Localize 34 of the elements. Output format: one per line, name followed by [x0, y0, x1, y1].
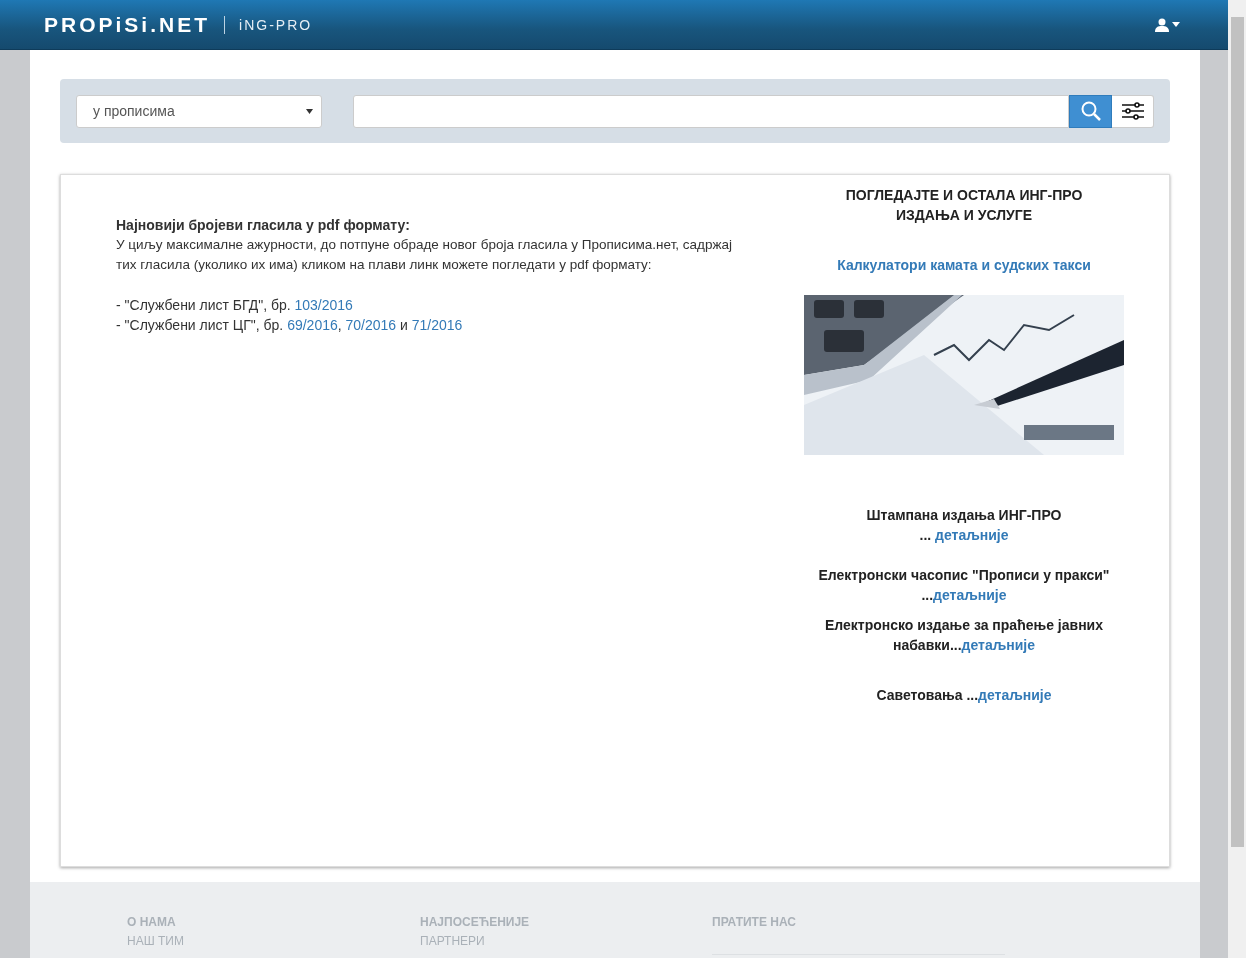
issue-link[interactable]: 103/2016 — [294, 297, 353, 313]
scope-dropdown[interactable]: у прописима — [76, 94, 322, 128]
user-icon — [1155, 17, 1169, 32]
sliders-icon — [1121, 102, 1144, 120]
caret-icon — [306, 108, 313, 114]
service-text: Електронски часопис "Прописи у пракси" ...детаљније — [817, 566, 1111, 605]
search-field[interactable] — [353, 94, 1069, 128]
footer-heading: О НАМА — [127, 915, 177, 929]
issue-link[interactable]: 69/2016 — [287, 317, 338, 333]
scrollbar[interactable] — [1228, 0, 1246, 958]
filter-button[interactable] — [1112, 94, 1154, 128]
footer-heading: НАЈПОСЕЋЕНИЈЕ — [420, 915, 531, 929]
site-logo[interactable]: PROPiSi.NET — [44, 12, 211, 37]
caret-icon — [1172, 22, 1180, 27]
gazette-line: - "Службени лист БГД", бр. 103/2016 — [116, 296, 354, 315]
details-link[interactable]: детаљније — [933, 587, 1007, 603]
issue-link[interactable]: 71/2016 — [411, 317, 463, 333]
search-button[interactable] — [1069, 94, 1112, 128]
footer-heading: ПРАТИТЕ НАС — [712, 915, 797, 929]
details-link[interactable]: детаљније — [935, 527, 1009, 543]
notice-heading: Најновији бројеви гласила у pdf формату: — [116, 216, 411, 235]
brand-name: iNG-PRO — [239, 16, 313, 33]
details-link[interactable]: детаљније — [961, 637, 1035, 653]
service-text: Електронско издање за праћење јавних набавки...детаљније — [824, 616, 1104, 655]
aside-title: ПОГЛЕДАЈТЕ И ОСТАЛА ИНГ-ПРО ИЗДАЊА И УСЛУГЕ — [844, 186, 1084, 225]
calculator-link[interactable]: Калкулатори камата и судских такси — [837, 255, 1091, 275]
search-icon — [1080, 101, 1101, 121]
user-menu-button[interactable] — [1155, 17, 1180, 32]
notice-text: У циљу максималне ажурности, до потпуне обраде новог броја гласила у Прописима.нет, садржај тих гласила (уколико их има) кликом на плави линк можете погледати у pdf формату: — [116, 236, 733, 274]
service-text: Саветовања ...детаљније — [875, 686, 1053, 705]
details-link[interactable]: детаљније — [978, 687, 1052, 703]
issue-link[interactable]: 70/2016 — [345, 317, 397, 333]
gazette-line: - "Службени лист ЦГ", бр. 69/2016, 70/2016 и 71/2016 — [116, 316, 464, 335]
service-text: Штампана издања ИНГ-ПРО ... детаљније — [865, 506, 1063, 545]
